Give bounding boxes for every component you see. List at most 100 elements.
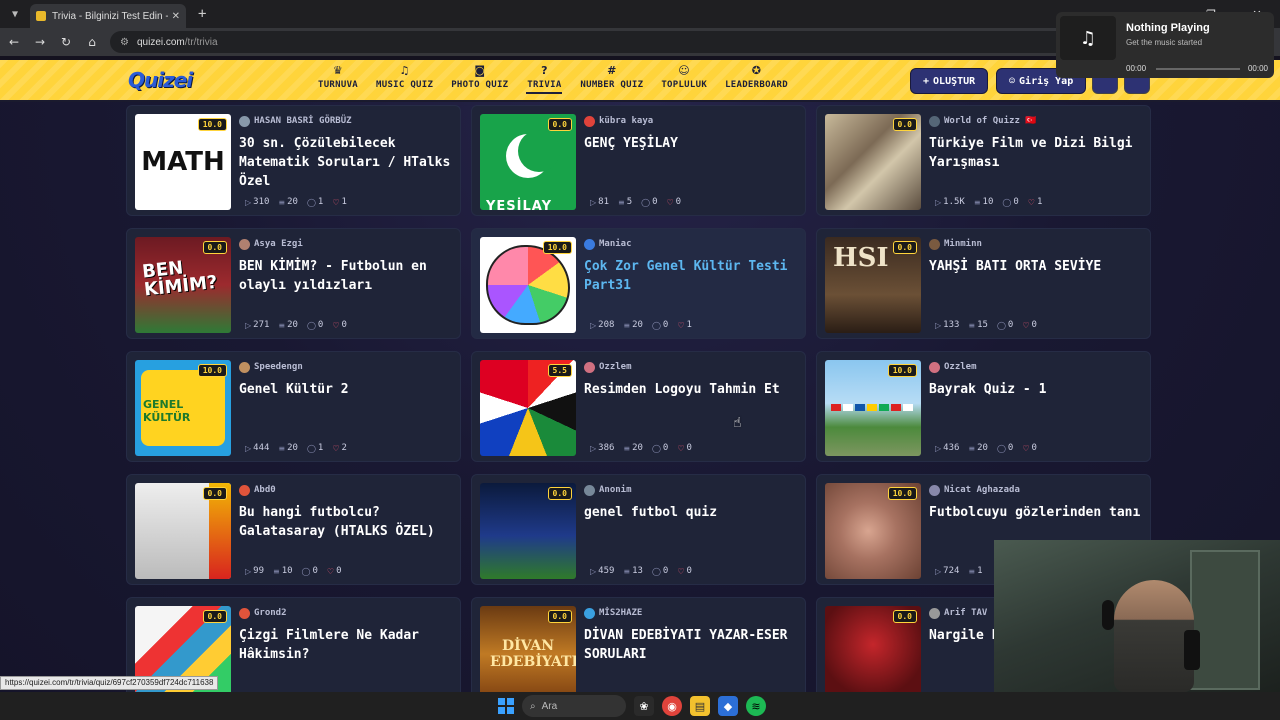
site-logo[interactable]: Quizei (128, 68, 193, 92)
quiz-thumbnail[interactable]: HSI 0.0 (825, 237, 921, 333)
quiz-author[interactable]: Grond2 (239, 606, 452, 620)
quiz-author[interactable]: Abd0 (239, 483, 452, 497)
quiz-card[interactable]: DİVAN EDEBİYATI 0.0 MİS2HAZE DİVAN EDEBİYAT… (471, 597, 806, 692)
tab-search-icon[interactable]: ▼ (4, 3, 26, 25)
quiz-title[interactable]: Bu hangi futbolcu? Galatasaray (HTALKS Ö… (239, 503, 452, 541)
quiz-thumbnail[interactable]: 0.0 (135, 483, 231, 579)
quiz-card[interactable]: BEN KİMİM? 0.0 Asya Ezgi BEN KİMİM? - Futbo… (126, 228, 461, 339)
quiz-author[interactable]: kübra kaya (584, 114, 797, 128)
quiz-title[interactable]: Çok Zor Genel Kültür Testi Part31 (584, 257, 797, 295)
quiz-card[interactable]: 0.0 World of Quizz 🇹🇷 Türkiye Film ve Dizi… (816, 105, 1151, 216)
quiz-thumbnail[interactable]: 0.0 (480, 483, 576, 579)
rating-badge: 5.5 (547, 364, 572, 377)
quiz-author[interactable]: World of Quizz 🇹🇷 (929, 114, 1142, 128)
quiz-thumbnail[interactable]: 10.0 (480, 237, 576, 333)
list-icon: ≡ (278, 443, 286, 453)
quiz-title[interactable]: YAHŞİ BATI ORTA SEVİYE (929, 257, 1142, 276)
quiz-title[interactable]: Resimden Logoyu Tahmin Et (584, 380, 797, 399)
likes-count: 0 (675, 197, 682, 207)
rating-badge: 0.0 (547, 118, 572, 131)
home-icon[interactable]: ⌂ (80, 30, 104, 54)
rating-badge: 0.0 (202, 241, 227, 254)
quiz-thumbnail[interactable]: 0.0 (825, 114, 921, 210)
spotify-icon[interactable]: ≋ (746, 696, 766, 716)
quiz-author[interactable]: Ozzlem (929, 360, 1142, 374)
quiz-thumbnail[interactable]: 10.0 (825, 360, 921, 456)
nav-music-quiz[interactable]: ♫ MUSIC QUIZ (376, 64, 433, 94)
nav-label: PHOTO QUIZ (451, 80, 509, 90)
quiz-card[interactable]: MATH 10.0 HASAN BASRİ GÖRBÜZ 30 sn. Çözüleb… (126, 105, 461, 216)
quiz-card[interactable]: 10.0 Maniac Çok Zor Genel Kültür Testi Par… (471, 228, 806, 339)
quiz-title[interactable]: GENÇ YEŞİLAY (584, 134, 797, 153)
address-bar[interactable]: ⚙ quizei.com/tr/trivia (110, 31, 1070, 53)
chrome-icon[interactable]: ◉ (662, 696, 682, 716)
quiz-card[interactable]: 5.5 Ozzlem Resimden Logoyu Tahmin Et ▷ 386 ≡ 2… (471, 351, 806, 462)
nav-trivia[interactable]: ? TRIVIA (526, 64, 562, 94)
quiz-title[interactable]: genel futbol quiz (584, 503, 797, 522)
play-icon: ▷ (245, 566, 252, 576)
new-tab-icon[interactable]: + (198, 6, 206, 22)
reload-icon[interactable]: ↻ (54, 30, 78, 54)
avatar (584, 361, 595, 373)
close-tab-icon[interactable]: ✕ (172, 11, 180, 22)
plays-count: 99 (253, 566, 264, 576)
quiz-thumbnail[interactable]: 0.0 (825, 606, 921, 692)
nav-topluluk[interactable]: ☺ TOPLULUK (661, 64, 707, 94)
create-button[interactable]: + OLUŞTUR (910, 68, 989, 94)
quiz-title[interactable]: Türkiye Film ve Dizi Bilgi Yarışması (929, 134, 1142, 172)
quiz-thumbnail[interactable]: BEN KİMİM? 0.0 (135, 237, 231, 333)
music-note-icon: ♫ (1060, 16, 1116, 60)
quiz-author[interactable]: Anonim (584, 483, 797, 497)
quiz-title[interactable]: BEN KİMİM? - Futbolun en olaylı yıldızla… (239, 257, 452, 295)
quiz-author[interactable]: Speedengn (239, 360, 452, 374)
comment-icon: ◯ (996, 443, 1006, 453)
quiz-title[interactable]: Genel Kültür 2 (239, 380, 452, 399)
quiz-author[interactable]: Asya Ezgi (239, 237, 452, 251)
heart-icon: ♡ (666, 197, 674, 207)
quiz-thumbnail[interactable]: GENEL KÜLTÜR 10.0 (135, 360, 231, 456)
app-icon[interactable]: ◆ (718, 696, 738, 716)
nav-turnuva[interactable]: ♛ TURNUVA (318, 64, 358, 94)
widgets-icon[interactable]: ❀ (634, 696, 654, 716)
quiz-card[interactable]: 0.0 Abd0 Bu hangi futbolcu? Galatasaray (H… (126, 474, 461, 585)
quiz-stats: ▷ 436 ≡ 20 ◯ 0 ♡ 0 (935, 443, 1037, 453)
quiz-thumbnail[interactable]: 5.5 (480, 360, 576, 456)
media-progress[interactable] (1156, 68, 1240, 70)
browser-tab[interactable]: Trivia - Bilginizi Test Edin - Quizei ✕ (30, 4, 186, 28)
nav-photo-quiz[interactable]: ◙ PHOTO QUIZ (451, 64, 508, 94)
quiz-author[interactable]: Ozzlem (584, 360, 797, 374)
quiz-title[interactable]: Bayrak Quiz - 1 (929, 380, 1142, 399)
forward-icon[interactable]: → (28, 30, 52, 54)
quiz-thumbnail[interactable]: MATH 10.0 (135, 114, 231, 210)
quiz-title[interactable]: DİVAN EDEBİYATI YAZAR-ESER SORULARI (584, 626, 797, 664)
windows-start-icon[interactable] (498, 698, 514, 714)
questions-count: 13 (632, 566, 643, 576)
quiz-card[interactable]: HSI 0.0 Minminn YAHŞİ BATI ORTA SEVİYE ▷ 133 ≡… (816, 228, 1151, 339)
file-explorer-icon[interactable]: ▤ (690, 696, 710, 716)
quiz-author[interactable]: Maniac (584, 237, 797, 251)
quiz-author[interactable]: MİS2HAZE (584, 606, 797, 620)
quiz-thumbnail[interactable]: DİVAN EDEBİYATI 0.0 (480, 606, 576, 692)
quiz-card[interactable]: GENEL KÜLTÜR 10.0 Speedengn Genel Kültür 2 ▷… (126, 351, 461, 462)
likes-count: 0 (1031, 443, 1037, 453)
quiz-title[interactable]: Çizgi Filmlere Ne Kadar Hâkimsin? (239, 626, 452, 664)
quiz-title[interactable]: 30 sn. Çözülebilecek Matematik Soruları … (239, 134, 452, 191)
nav-leaderboard[interactable]: ✪ LEADERBOARD (725, 64, 788, 94)
quiz-author[interactable]: Minminn (929, 237, 1142, 251)
quiz-card[interactable]: 10.0 Ozzlem Bayrak Quiz - 1 ▷ 436 ≡ 20 ◯ 0 ♡ 0 (816, 351, 1151, 462)
questions-stat: ≡ 20 (968, 443, 988, 453)
quiz-card[interactable]: 0.0 Anonim genel futbol quiz ▷ 459 ≡ 13 ◯ 0 ♡ 0 (471, 474, 806, 585)
taskbar-search[interactable]: ⌕ Ara (522, 695, 626, 717)
quiz-card[interactable]: YEŞİLAY 0.0 kübra kaya GENÇ YEŞİLAY ▷ 81 ≡ 5 ◯ 0 ♡… (471, 105, 806, 216)
quiz-author[interactable]: HASAN BASRİ GÖRBÜZ (239, 114, 452, 128)
play-icon: ▷ (590, 197, 597, 207)
quiz-author[interactable]: Nicat Aghazada (929, 483, 1142, 497)
quiz-title[interactable]: Futbolcuyu gözlerinden tanı (929, 503, 1142, 522)
nav-label: TOPLULUK (661, 80, 708, 90)
nav-number-quiz[interactable]: # NUMBER QUIZ (580, 64, 643, 94)
favicon-icon (36, 11, 46, 21)
quiz-thumbnail[interactable]: YEŞİLAY 0.0 (480, 114, 576, 210)
site-info-icon[interactable]: ⚙ (120, 37, 129, 48)
quiz-thumbnail[interactable]: 10.0 (825, 483, 921, 579)
back-icon[interactable]: ← (2, 30, 26, 54)
